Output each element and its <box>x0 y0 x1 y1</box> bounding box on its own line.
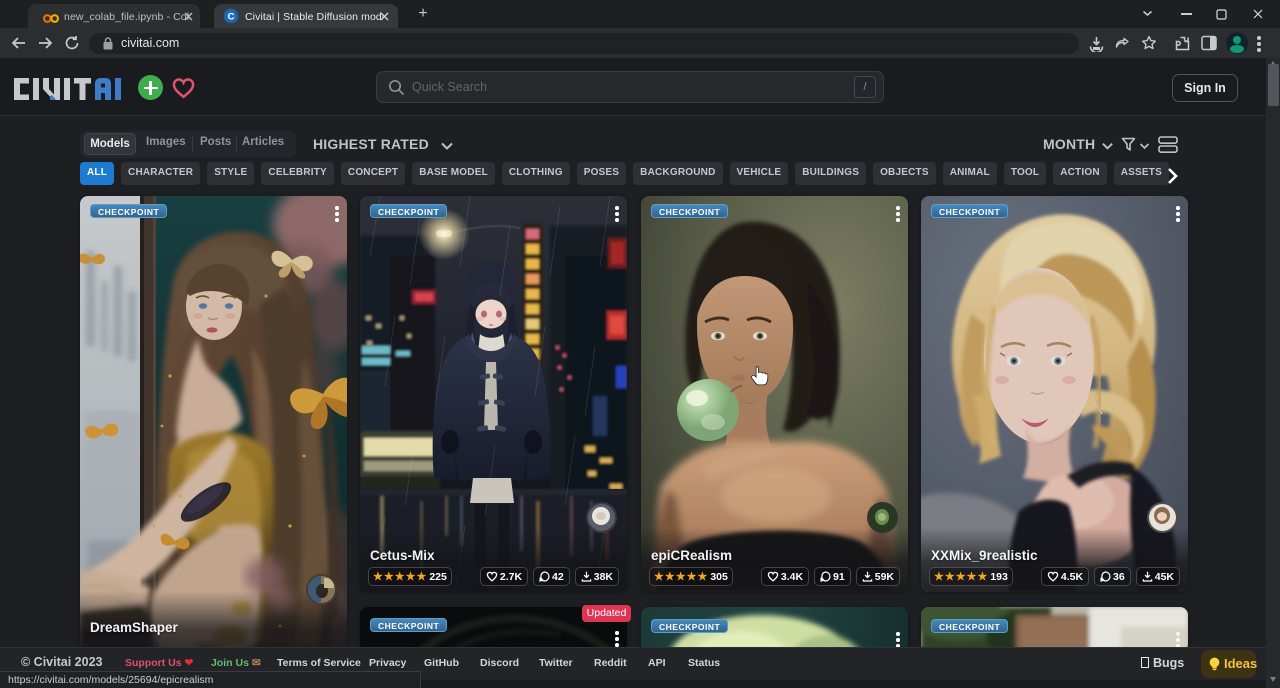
svg-text:C: C <box>228 12 235 23</box>
